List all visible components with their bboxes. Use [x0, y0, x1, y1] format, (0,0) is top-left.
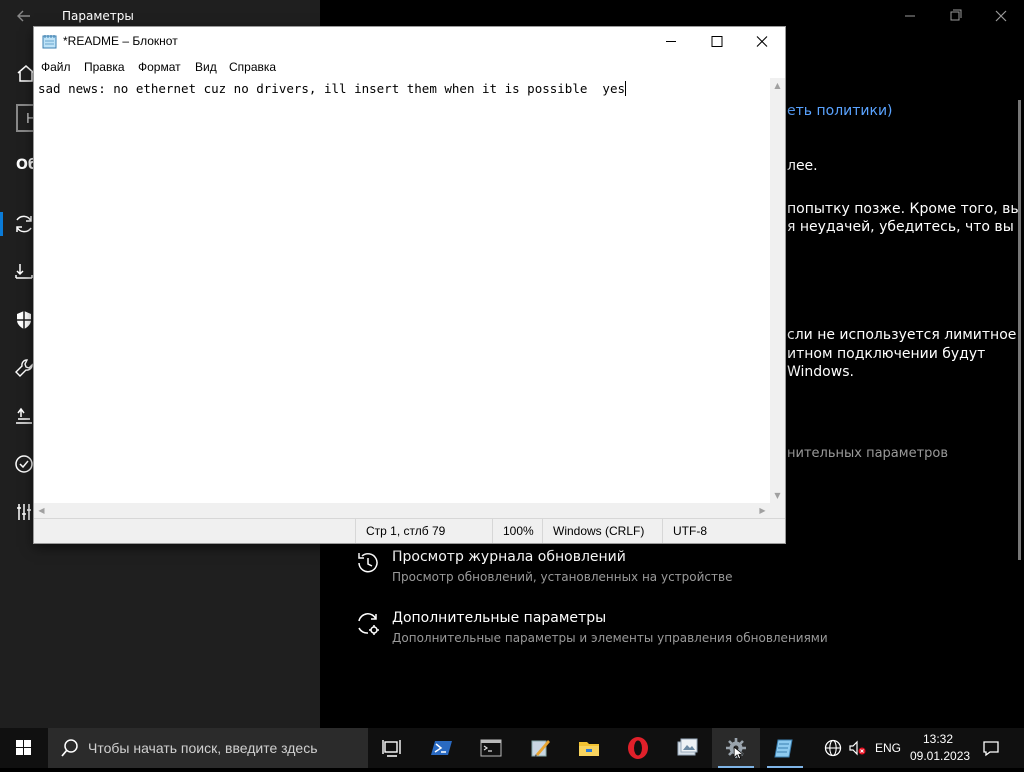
close-icon[interactable]: [739, 27, 785, 56]
status-zoom: 100%: [492, 519, 542, 543]
search-placeholder: Чтобы начать поиск, введите здесь: [88, 740, 318, 756]
notepad-icon: [774, 739, 793, 758]
notepad-content: sad news: no ethernet cuz no drivers, il…: [38, 81, 625, 96]
policy-link[interactable]: еть политики): [787, 103, 893, 119]
minimize-icon[interactable]: [648, 27, 694, 56]
scroll-down-arrow-icon[interactable]: ▼: [770, 488, 785, 503]
windows-update-icon[interactable]: [12, 212, 36, 236]
scrollbar-corner: [770, 503, 785, 518]
menu-format[interactable]: Формат: [138, 60, 181, 74]
text-caret: [625, 81, 626, 96]
settings-text-line: сли не используется лимитное: [787, 327, 1017, 343]
menu-help[interactable]: Справка: [229, 60, 276, 74]
close-icon[interactable]: [989, 6, 1013, 26]
option-subtitle: Просмотр обновлений, установленных на ус…: [392, 570, 733, 584]
back-arrow-icon[interactable]: [14, 6, 34, 26]
powershell-icon: [431, 741, 452, 755]
history-icon: [354, 549, 382, 577]
status-line-ending: Windows (CRLF): [542, 519, 662, 543]
folder-icon: [579, 742, 599, 756]
network-globe-icon[interactable]: [823, 738, 843, 758]
taskbar: Чтобы начать поиск, введите здесь ENG 13…: [0, 728, 1024, 768]
action-center-icon[interactable]: [981, 738, 1001, 758]
recovery-icon[interactable]: [12, 404, 36, 428]
nav-selection-indicator: [0, 212, 3, 236]
horizontal-scrollbar[interactable]: ◀ ▶: [34, 503, 770, 518]
maximize-icon[interactable]: [694, 27, 740, 56]
scroll-left-arrow-icon[interactable]: ◀: [34, 503, 49, 518]
menu-edit[interactable]: Правка: [84, 60, 125, 74]
settings-text-line: Windows.: [787, 364, 854, 380]
tray-date[interactable]: 09.01.2023: [910, 749, 970, 763]
settings-text-line: нительных параметров: [787, 446, 949, 461]
minimize-icon[interactable]: [898, 6, 922, 26]
menu-file[interactable]: Файл: [41, 60, 71, 74]
notepad-text-area[interactable]: sad news: no ethernet cuz no drivers, il…: [34, 78, 770, 503]
windows-logo-icon: [16, 740, 31, 755]
update-settings-icon: [354, 610, 382, 638]
volume-muted-icon[interactable]: [847, 738, 867, 758]
settings-scrollbar[interactable]: [1018, 100, 1021, 560]
pen-app-icon: [531, 740, 550, 757]
notepad-window: *README – Блокнот Файл Правка Формат Вид…: [34, 27, 785, 543]
settings-text-line: попытку позже. Кроме того, вы: [787, 201, 1022, 217]
task-view-button[interactable]: [368, 728, 416, 768]
settings-text-line: лее.: [787, 158, 818, 174]
settings-title: Параметры: [62, 9, 134, 23]
mouse-cursor-icon: [733, 746, 744, 760]
delivery-optimization-icon[interactable]: [12, 260, 36, 284]
settings-text-line: итном подключении будут: [787, 346, 986, 362]
vertical-scrollbar[interactable]: ▲ ▼: [770, 78, 785, 503]
notepad-menubar: Файл Правка Формат Вид Справка: [34, 56, 785, 78]
notepad-app-icon: [42, 34, 58, 49]
status-encoding: UTF-8: [662, 519, 785, 543]
menu-view[interactable]: Вид: [195, 60, 217, 74]
taskbar-app-command-prompt[interactable]: [467, 728, 515, 768]
taskbar-search-box[interactable]: Чтобы начать поиск, введите здесь: [48, 728, 368, 768]
restore-icon[interactable]: [943, 6, 967, 26]
activation-icon[interactable]: [12, 452, 36, 476]
settings-text-line: я неудачей, убедитесь, что вы: [787, 219, 1014, 235]
option-title: Дополнительные параметры: [392, 610, 607, 626]
status-cursor-position: Стр 1, стлб 79: [355, 519, 492, 543]
for-developers-icon[interactable]: [12, 500, 36, 524]
opera-icon: [628, 737, 648, 759]
taskbar-app-file-explorer[interactable]: [565, 728, 613, 768]
notepad-titlebar[interactable]: *README – Блокнот: [34, 27, 785, 56]
windows-security-icon[interactable]: [12, 308, 36, 332]
notepad-title: *README – Блокнот: [63, 34, 178, 48]
task-view-icon: [382, 740, 401, 757]
start-button[interactable]: [0, 728, 48, 768]
taskbar-app-pen[interactable]: [516, 728, 564, 768]
scroll-right-arrow-icon[interactable]: ▶: [755, 503, 770, 518]
tray-time[interactable]: 13:32: [923, 732, 953, 746]
option-title: Просмотр журнала обновлений: [392, 549, 626, 565]
taskbar-app-notepad[interactable]: [761, 728, 809, 768]
taskbar-app-photos[interactable]: [663, 728, 711, 768]
option-subtitle: Дополнительные параметры и элементы упра…: [392, 631, 828, 645]
settings-search-input[interactable]: Н: [16, 104, 36, 132]
taskbar-app-opera[interactable]: [614, 728, 662, 768]
taskbar-app-settings[interactable]: [712, 728, 760, 768]
command-prompt-icon: [480, 739, 502, 757]
search-icon: [60, 738, 80, 758]
photos-icon: [677, 738, 698, 756]
input-language[interactable]: ENG: [875, 741, 901, 755]
notepad-statusbar: Стр 1, стлб 79 100% Windows (CRLF) UTF-8: [34, 518, 785, 543]
troubleshoot-icon[interactable]: [12, 356, 36, 380]
scroll-up-arrow-icon[interactable]: ▲: [770, 78, 785, 93]
taskbar-app-powershell[interactable]: [418, 728, 466, 768]
